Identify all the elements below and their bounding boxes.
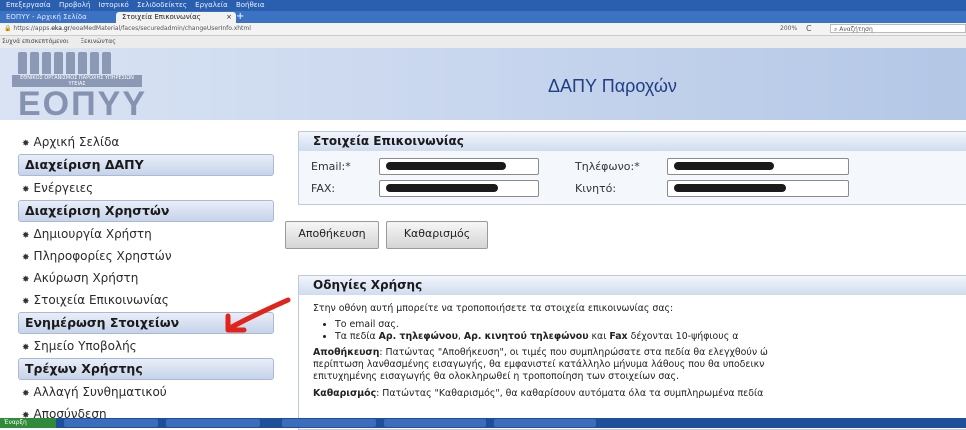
sidebar-item-label: Αλλαγή Συνθηματικού bbox=[33, 385, 167, 399]
instructions-bullet-email: Το email σας. bbox=[335, 319, 953, 331]
logo-columns-icon bbox=[18, 52, 176, 74]
instructions-save-line3: επιτυχημένης εισαγωγής θα ολοκληρωθεί η … bbox=[313, 371, 679, 382]
browser-menubar: Επεξεργασία Προβολή Ιστορικό Σελιδοδείκτ… bbox=[0, 0, 966, 11]
sidebar-item-create-user[interactable]: ✸ Δημιουργία Χρήστη bbox=[18, 224, 274, 244]
instructions-clear-line: Καθαρισμός: Πατώντας "Καθαρισμός", θα κα… bbox=[313, 388, 764, 399]
taskbar-window-button[interactable] bbox=[166, 419, 260, 427]
browser-tabbar: ΕΟΠΥΥ - Αρχική Σελίδα Στοιχεία Επικοινων… bbox=[0, 11, 966, 23]
site-header: ΕΘΝΙΚΟΣ ΟΡΓΑΝΙΣΜΟΣ ΠΑΡΟΧΗΣ ΥΠΗΡΕΣΙΩΝ ΥΓΕ… bbox=[0, 48, 966, 123]
gear-icon: ✸ bbox=[22, 389, 30, 399]
url-domain: eka.gr bbox=[51, 25, 71, 32]
search-placeholder: Αναζήτηση bbox=[839, 26, 873, 33]
gear-icon: ✸ bbox=[22, 231, 30, 241]
menu-tools[interactable]: Εργαλεία bbox=[195, 1, 228, 9]
gear-icon: ✸ bbox=[22, 343, 30, 353]
fax-label: FAX: bbox=[311, 182, 336, 195]
instructions-save-line2: περίπτωση λανθασμένης εισαγωγής, θα εμφα… bbox=[313, 359, 765, 370]
phone-field[interactable] bbox=[667, 158, 849, 175]
menu-help[interactable]: Βοήθεια bbox=[236, 1, 265, 9]
menu-edit[interactable]: Επεξεργασία bbox=[6, 1, 51, 9]
instructions-list: Το email σας. Τα πεδία Αρ. τηλεφώνου, Αρ… bbox=[313, 319, 953, 343]
url-prefix: https://apps. bbox=[13, 25, 52, 32]
sidebar-section-user-management: Διαχείριση Χρηστών bbox=[18, 200, 274, 222]
gear-icon: ✸ bbox=[22, 253, 30, 263]
bookmark-most-visited[interactable]: Συχνά επισκεπτόμενοι bbox=[2, 38, 68, 45]
tab-close-icon[interactable]: × bbox=[226, 12, 232, 23]
sidebar-item-label: Δημιουργία Χρήστη bbox=[33, 227, 152, 241]
email-label: Email:* bbox=[311, 160, 351, 173]
taskbar-window-button[interactable] bbox=[384, 419, 486, 427]
sidebar-item-home[interactable]: ✸ Αρχική Σελίδα bbox=[18, 132, 274, 152]
sidebar-item-submission-point[interactable]: ✸ Σημείο Υποβολής bbox=[18, 336, 274, 356]
sidebar-item-label: Αρχική Σελίδα bbox=[33, 135, 120, 149]
sidebar: ✸ Αρχική Σελίδα Διαχείριση ΔΑΠΥ ✸ Ενέργειε… bbox=[18, 132, 274, 426]
contact-details-panel: Στοιχεία Επικοινωνίας Email:* Τηλέφωνο:*… bbox=[298, 131, 966, 205]
menu-history[interactable]: Ιστορικό bbox=[99, 1, 129, 9]
os-taskbar: Έναρξη bbox=[0, 418, 966, 428]
start-button[interactable]: Έναρξη bbox=[0, 418, 56, 428]
contact-panel-title: Στοιχεία Επικοινωνίας bbox=[299, 132, 966, 151]
sidebar-section-current-user: Τρέχων Χρήστης bbox=[18, 358, 274, 380]
sidebar-item-label: Στοιχεία Επικοινωνίας bbox=[33, 293, 169, 307]
gear-icon: ✸ bbox=[22, 275, 30, 285]
browser-search-input[interactable]: ⌕ Αναζήτηση bbox=[830, 24, 966, 33]
url-text[interactable]: 🔒 https://apps.eka.gr/eoaMedMaterial/fac… bbox=[4, 23, 251, 35]
instructions-title: Οδηγίες Χρήσης bbox=[299, 276, 966, 295]
gear-icon: ✸ bbox=[22, 297, 30, 307]
eopyy-logo: ΕΘΝΙΚΟΣ ΟΡΓΑΝΙΣΜΟΣ ΠΑΡΟΧΗΣ ΥΠΗΡΕΣΙΩΝ ΥΓΕ… bbox=[8, 52, 176, 123]
instructions-intro: Στην οθόνη αυτή μπορείτε να τροποποιήσετ… bbox=[313, 303, 674, 314]
redacted-value bbox=[674, 184, 786, 192]
save-button[interactable]: Αποθήκευση bbox=[285, 221, 379, 249]
redacted-value bbox=[674, 162, 774, 170]
reload-icon[interactable]: C bbox=[806, 23, 812, 35]
bookmarks-bar: Συχνά επισκεπτόμενοι Ξεκινώντας bbox=[0, 36, 966, 48]
sidebar-item-label: Ακύρωση Χρήστη bbox=[33, 271, 139, 285]
lock-icon: 🔒 bbox=[4, 25, 14, 32]
fax-field[interactable] bbox=[379, 180, 539, 197]
redacted-value bbox=[386, 184, 498, 192]
sidebar-item-cancel-user[interactable]: ✸ Ακύρωση Χρήστη bbox=[18, 268, 274, 288]
bookmark-getting-started[interactable]: Ξεκινώντας bbox=[80, 38, 115, 45]
instructions-panel: Οδηγίες Χρήσης Στην οθόνη αυτή μπορείτε … bbox=[298, 275, 966, 430]
gear-icon: ✸ bbox=[22, 185, 30, 195]
menu-view[interactable]: Προβολή bbox=[59, 1, 90, 9]
sidebar-item-actions[interactable]: ✸ Ενέργειες bbox=[18, 178, 274, 198]
address-bar[interactable]: 🔒 https://apps.eka.gr/eoaMedMaterial/fac… bbox=[0, 23, 966, 36]
sidebar-section-dapy-management: Διαχείριση ΔΑΠΥ bbox=[18, 154, 274, 176]
logo-text: ΕΟΠΥΥ bbox=[18, 85, 148, 123]
gear-icon: ✸ bbox=[22, 139, 30, 149]
zoom-level[interactable]: 200% bbox=[780, 23, 797, 35]
new-tab-button[interactable]: + bbox=[236, 11, 244, 23]
menu-bookmarks[interactable]: Σελιδοδείκτες bbox=[137, 1, 187, 9]
page-title: ΔΑΠΥ Παροχών bbox=[548, 76, 677, 96]
email-field[interactable] bbox=[379, 158, 539, 175]
taskbar-window-button[interactable] bbox=[282, 419, 376, 427]
sidebar-item-user-info[interactable]: ✸ Πληροφορίες Χρηστών bbox=[18, 246, 274, 266]
phone-label: Τηλέφωνο:* bbox=[575, 160, 640, 173]
instructions-body: Στην οθόνη αυτή μπορείτε να τροποποιήσετ… bbox=[299, 295, 966, 400]
instructions-bullet-phones: Τα πεδία Αρ. τηλεφώνου, Αρ. κινητού τηλε… bbox=[335, 331, 953, 343]
instructions-save-line1: Αποθήκευση: Πατώντας "Αποθήκευση", οι τι… bbox=[313, 347, 768, 358]
sidebar-item-label: Πληροφορίες Χρηστών bbox=[33, 249, 172, 263]
url-path: /eoaMedMaterial/faces/securedadmin/chang… bbox=[70, 25, 251, 32]
taskbar-window-button[interactable] bbox=[494, 419, 596, 427]
taskbar-window-button[interactable] bbox=[64, 419, 158, 427]
tab-home[interactable]: ΕΟΠΥΥ - Αρχική Σελίδα bbox=[0, 12, 122, 23]
clear-button[interactable]: Καθαρισμός bbox=[386, 221, 488, 249]
sidebar-item-label: Ενέργειες bbox=[33, 181, 94, 195]
tab-home-label: ΕΟΠΥΥ - Αρχική Σελίδα bbox=[6, 13, 87, 21]
redacted-value bbox=[386, 162, 506, 170]
mobile-field[interactable] bbox=[667, 180, 849, 197]
sidebar-item-change-password[interactable]: ✸ Αλλαγή Συνθηματικού bbox=[18, 382, 274, 402]
red-arrow-annotation-icon bbox=[225, 297, 291, 333]
tab-contact-details[interactable]: Στοιχεία Επικοινωνίας × bbox=[116, 12, 236, 23]
tab-contact-label: Στοιχεία Επικοινωνίας bbox=[122, 13, 201, 21]
sidebar-item-label: Σημείο Υποβολής bbox=[33, 339, 137, 353]
mobile-label: Κινητό: bbox=[575, 182, 617, 195]
